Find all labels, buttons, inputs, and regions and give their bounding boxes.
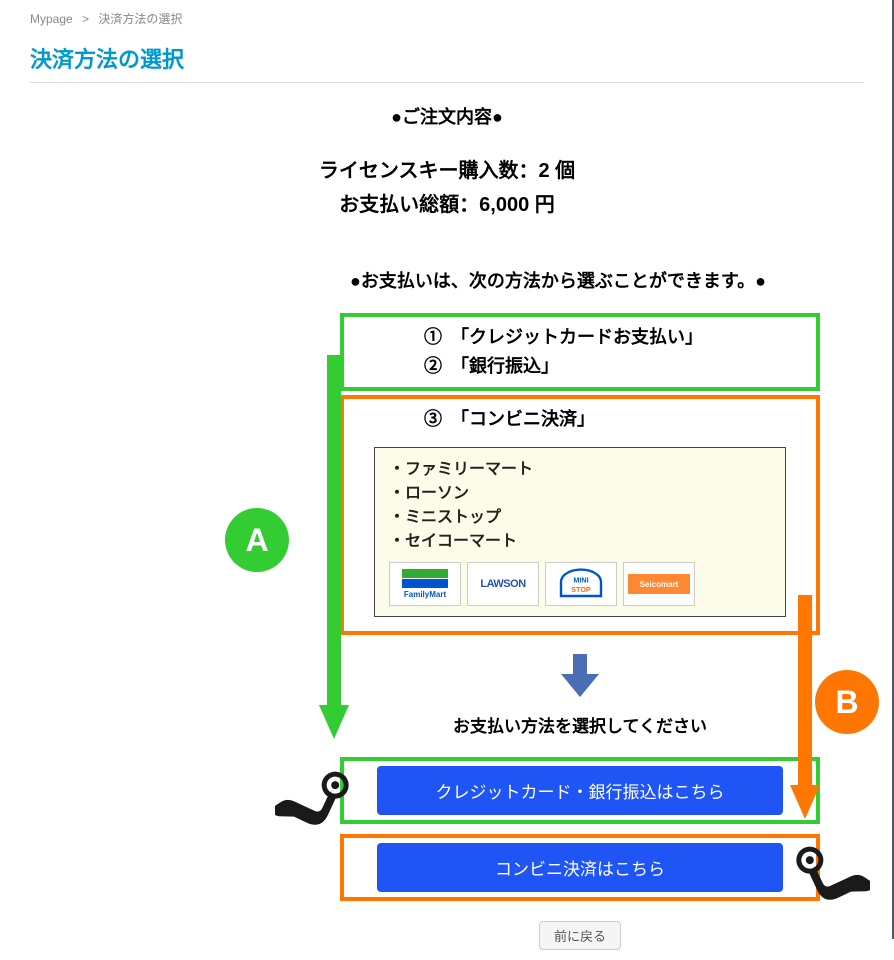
pointer-hand-icon-left — [275, 760, 355, 840]
highlight-border-credit-button: クレジットカード・銀行振込はこちら — [340, 757, 820, 824]
svg-text:STOP: STOP — [571, 585, 591, 594]
logo-familymart: FamilyMart — [389, 562, 461, 606]
highlight-box-credit-bank: ① 「クレジットカードお支払い」 ② 「銀行振込」 — [340, 313, 820, 391]
back-button[interactable]: 前に戻る — [539, 921, 621, 950]
credit-bank-button[interactable]: クレジットカード・銀行振込はこちら — [377, 766, 783, 815]
highlight-box-convenience: ③ 「コンビニ決済」 ・ファミリーマート ・ローソン ・ミニストップ ・セイコー… — [340, 395, 820, 636]
license-quantity: ライセンスキー購入数：2 個 — [30, 154, 864, 188]
payment-option-credit: ① 「クレジットカードお支払い」 — [354, 323, 806, 352]
annotation-arrow-b — [790, 595, 820, 825]
svg-text:MINI: MINI — [573, 576, 588, 585]
store-familymart: ・ファミリーマート — [389, 458, 771, 482]
highlight-border-convenience-button: コンビニ決済はこちら — [340, 834, 820, 901]
store-ministop: ・ミニストップ — [389, 506, 771, 530]
payment-option-bank: ② 「銀行振込」 — [354, 352, 806, 381]
convenience-store-box: ・ファミリーマート ・ローソン ・ミニストップ ・セイコーマート FamilyM… — [374, 447, 786, 617]
order-header: ●ご注文内容● — [30, 103, 864, 129]
arrow-down-icon — [340, 649, 820, 704]
payment-intro: ●お支払いは、次の方法から選ぶことができます。● — [350, 267, 864, 293]
page-title: 決済方法の選択 — [30, 42, 864, 83]
annotation-badge-a: A — [225, 508, 289, 572]
convenience-payment-button[interactable]: コンビニ決済はこちら — [377, 843, 783, 892]
payment-total: お支払い総額：6,000 円 — [30, 188, 864, 222]
annotation-badge-b: B — [815, 670, 879, 734]
store-seicomart: ・セイコーマート — [389, 530, 771, 554]
logo-ministop: MINI STOP — [545, 562, 617, 606]
pointer-hand-icon-right — [790, 835, 870, 915]
breadcrumb-separator-icon: > — [82, 12, 89, 26]
breadcrumb: Mypage > 決済方法の選択 — [30, 10, 864, 27]
breadcrumb-item-mypage[interactable]: Mypage — [30, 12, 73, 26]
logo-seicomart: Seicomart — [623, 562, 695, 606]
select-payment-prompt: お支払い方法を選択してください — [340, 712, 820, 737]
annotation-arrow-a — [319, 355, 349, 745]
logo-lawson: LAWSON — [467, 562, 539, 606]
store-lawson: ・ローソン — [389, 482, 771, 506]
payment-option-convenience: ③ 「コンビニ決済」 — [354, 405, 806, 434]
breadcrumb-item-current: 決済方法の選択 — [98, 12, 182, 26]
order-details: ライセンスキー購入数：2 個 お支払い総額：6,000 円 — [30, 154, 864, 222]
